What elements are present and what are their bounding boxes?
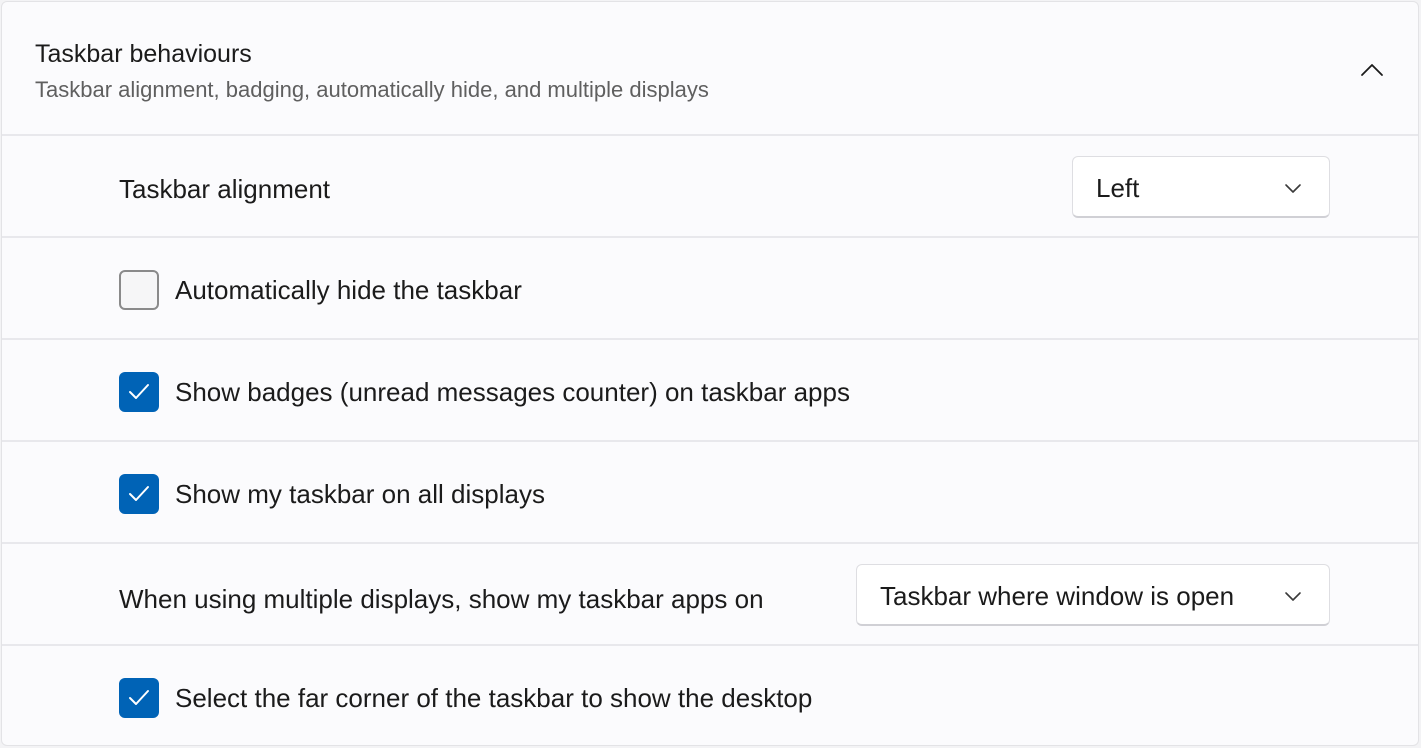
section-title: Taskbar behaviours xyxy=(35,40,252,68)
checkmark-icon xyxy=(129,690,149,705)
taskbar-behaviours-panel: Taskbar behaviours Taskbar alignment, ba… xyxy=(1,1,1419,746)
auto-hide-checkbox[interactable] xyxy=(119,270,159,310)
show-badges-row: Show badges (unread messages counter) on… xyxy=(2,340,1418,442)
multi-display-apps-row: When using multiple displays, show my ta… xyxy=(2,544,1418,646)
auto-hide-row: Automatically hide the taskbar xyxy=(2,238,1418,340)
far-corner-row: Select the far corner of the taskbar to … xyxy=(2,646,1418,745)
taskbar-alignment-value: Left xyxy=(1096,173,1140,203)
taskbar-alignment-row: Taskbar alignment Left xyxy=(2,136,1418,238)
all-displays-label[interactable]: Show my taskbar on all displays xyxy=(175,479,545,510)
checkmark-icon xyxy=(129,486,149,501)
all-displays-checkbox[interactable] xyxy=(119,474,159,514)
chevron-down-icon xyxy=(1285,184,1301,193)
far-corner-label[interactable]: Select the far corner of the taskbar to … xyxy=(175,683,812,714)
show-badges-checkbox[interactable] xyxy=(119,372,159,412)
show-badges-label[interactable]: Show badges (unread messages counter) on… xyxy=(175,377,850,408)
section-subtitle: Taskbar alignment, badging, automaticall… xyxy=(35,77,709,102)
taskbar-behaviours-header[interactable]: Taskbar behaviours Taskbar alignment, ba… xyxy=(2,2,1418,136)
multi-display-apps-value: Taskbar where window is open xyxy=(880,581,1235,611)
auto-hide-label[interactable]: Automatically hide the taskbar xyxy=(175,275,522,306)
chevron-up-icon[interactable] xyxy=(1360,58,1384,82)
multi-display-apps-label: When using multiple displays, show my ta… xyxy=(119,584,764,614)
taskbar-alignment-label: Taskbar alignment xyxy=(119,174,330,204)
checkmark-icon xyxy=(129,384,149,399)
taskbar-alignment-dropdown[interactable]: Left xyxy=(1072,156,1330,218)
far-corner-checkbox[interactable] xyxy=(119,678,159,718)
multi-display-apps-dropdown[interactable]: Taskbar where window is open xyxy=(856,564,1330,626)
all-displays-row: Show my taskbar on all displays xyxy=(2,442,1418,544)
chevron-down-icon xyxy=(1285,592,1301,601)
